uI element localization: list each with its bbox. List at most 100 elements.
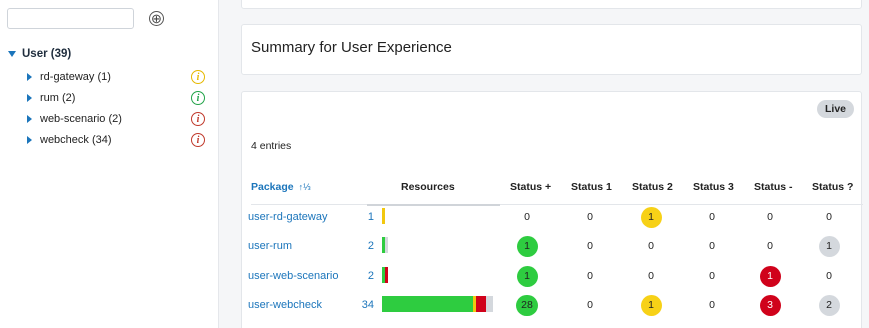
tree-item-label: webcheck (34) — [40, 134, 112, 146]
resources-bar-segment — [382, 208, 385, 224]
resources-bar — [382, 296, 493, 312]
tree-item-rd-gateway[interactable]: rd-gateway (1) i — [27, 70, 205, 84]
tree-item-label: rd-gateway (1) — [40, 71, 111, 83]
cell-status-1: 0 — [570, 206, 610, 228]
cell-status-3: 0 — [692, 235, 732, 257]
status-badge[interactable]: 2 — [818, 294, 840, 316]
status-value: 0 — [587, 240, 593, 252]
cell-status-minus: 3 — [750, 294, 790, 316]
cell-status-1: 0 — [570, 265, 610, 287]
cell-status-plus: 28 — [507, 294, 547, 316]
table-row[interactable]: user-rd-gateway 1 0 0 1 0 0 0 — [242, 204, 863, 233]
cell-status-q: 1 — [809, 235, 849, 257]
resources-bar-segment — [385, 237, 388, 253]
resources-count[interactable]: 1 — [347, 211, 374, 223]
column-header-status-plus[interactable]: Status + — [510, 181, 551, 193]
tree-item-webcheck[interactable]: webcheck (34) i — [27, 133, 205, 147]
entries-count: 4 entries — [251, 140, 292, 152]
package-link[interactable]: user-web-scenario — [248, 270, 338, 282]
status-value: 0 — [826, 211, 832, 223]
resources-count[interactable]: 2 — [347, 240, 374, 252]
cell-status-minus: 0 — [750, 235, 790, 257]
status-value: 0 — [826, 270, 832, 282]
status-value: 0 — [709, 270, 715, 282]
status-badge[interactable]: 1 — [516, 265, 538, 287]
cell-status-1: 0 — [570, 235, 610, 257]
caret-down-icon[interactable] — [8, 51, 16, 57]
cell-status-plus: 0 — [507, 206, 547, 228]
resources-bar-segment — [476, 296, 486, 312]
sidebar: ⊕ User (39) rd-gateway (1) i rum (2) i w… — [0, 0, 219, 328]
status-badge[interactable]: 1 — [818, 235, 840, 257]
status-badge[interactable]: 3 — [759, 294, 781, 316]
tree-root-user[interactable]: User (39) — [8, 48, 71, 60]
table-row[interactable]: user-rum 2 1 0 0 0 0 1 — [242, 233, 863, 262]
info-icon[interactable]: i — [191, 91, 205, 105]
column-header-status-3[interactable]: Status 3 — [693, 181, 734, 193]
status-value: 0 — [587, 211, 593, 223]
summary-card: Summary for User Experience — [241, 24, 862, 75]
cell-status-2: 0 — [631, 235, 671, 257]
info-icon[interactable]: i — [191, 70, 205, 84]
status-value: 0 — [767, 240, 773, 252]
tree-root-label: User (39) — [22, 48, 72, 60]
status-value: 0 — [587, 299, 593, 311]
resources-bar — [382, 237, 388, 253]
cell-status-plus: 1 — [507, 265, 547, 287]
cell-status-3: 0 — [692, 265, 732, 287]
tree-item-label: rum (2) — [40, 92, 76, 104]
resources-bar-segment — [382, 296, 473, 312]
info-icon[interactable]: i — [191, 112, 205, 126]
status-value: 0 — [648, 240, 654, 252]
status-badge[interactable]: 1 — [759, 265, 781, 287]
status-value: 0 — [709, 299, 715, 311]
info-icon[interactable]: i — [191, 133, 205, 147]
resources-bar — [382, 267, 388, 283]
status-value: 0 — [767, 211, 773, 223]
top-card — [241, 0, 862, 9]
column-header-status-1[interactable]: Status 1 — [571, 181, 612, 193]
cell-status-q: 2 — [809, 294, 849, 316]
tree-item-label: web-scenario (2) — [40, 113, 122, 125]
table-row[interactable]: user-web-scenario 2 1 0 0 0 1 0 — [242, 263, 863, 292]
caret-right-icon[interactable] — [27, 73, 32, 81]
summary-table-card: Live 4 entries Package ↑⅓ Resources Statu… — [241, 91, 863, 328]
cell-status-minus: 1 — [750, 265, 790, 287]
cell-status-q: 0 — [809, 265, 849, 287]
column-header-status-unknown[interactable]: Status ? — [812, 181, 853, 193]
column-header-package[interactable]: Package ↑⅓ — [251, 181, 311, 193]
resources-bar — [382, 208, 385, 224]
column-header-status-minus[interactable]: Status - — [754, 181, 793, 193]
table-row[interactable]: user-webcheck 34 28 0 1 0 3 2 — [242, 292, 863, 321]
status-value: 0 — [709, 240, 715, 252]
search-input[interactable] — [7, 8, 134, 29]
caret-right-icon[interactable] — [27, 115, 32, 123]
resources-count[interactable]: 34 — [347, 299, 374, 311]
resources-count[interactable]: 2 — [347, 270, 374, 282]
cell-status-minus: 0 — [750, 206, 790, 228]
caret-right-icon[interactable] — [27, 94, 32, 102]
status-badge[interactable]: 1 — [516, 235, 538, 257]
column-header-status-2[interactable]: Status 2 — [632, 181, 673, 193]
tree-item-web-scenario[interactable]: web-scenario (2) i — [27, 112, 205, 126]
live-badge[interactable]: Live — [816, 100, 854, 118]
cell-status-q: 0 — [809, 206, 849, 228]
status-badge[interactable]: 28 — [516, 294, 538, 316]
cell-status-2: 1 — [631, 206, 671, 228]
column-header-resources[interactable]: Resources — [401, 181, 455, 193]
page-title: Summary for User Experience — [251, 39, 452, 56]
tree-item-rum[interactable]: rum (2) i — [27, 91, 205, 105]
package-link[interactable]: user-webcheck — [248, 299, 322, 311]
caret-right-icon[interactable] — [27, 136, 32, 144]
status-badge[interactable]: 1 — [640, 294, 662, 316]
package-link[interactable]: user-rum — [248, 240, 292, 252]
add-icon[interactable]: ⊕ — [149, 11, 164, 26]
status-value: 0 — [648, 270, 654, 282]
sort-ascending-icon[interactable]: ↑⅓ — [299, 182, 311, 192]
cell-status-2: 0 — [631, 265, 671, 287]
resources-bar-segment — [486, 296, 493, 312]
resources-bar-segment — [385, 267, 388, 283]
status-value: 0 — [587, 270, 593, 282]
status-badge[interactable]: 1 — [640, 206, 662, 228]
package-link[interactable]: user-rd-gateway — [248, 211, 327, 223]
